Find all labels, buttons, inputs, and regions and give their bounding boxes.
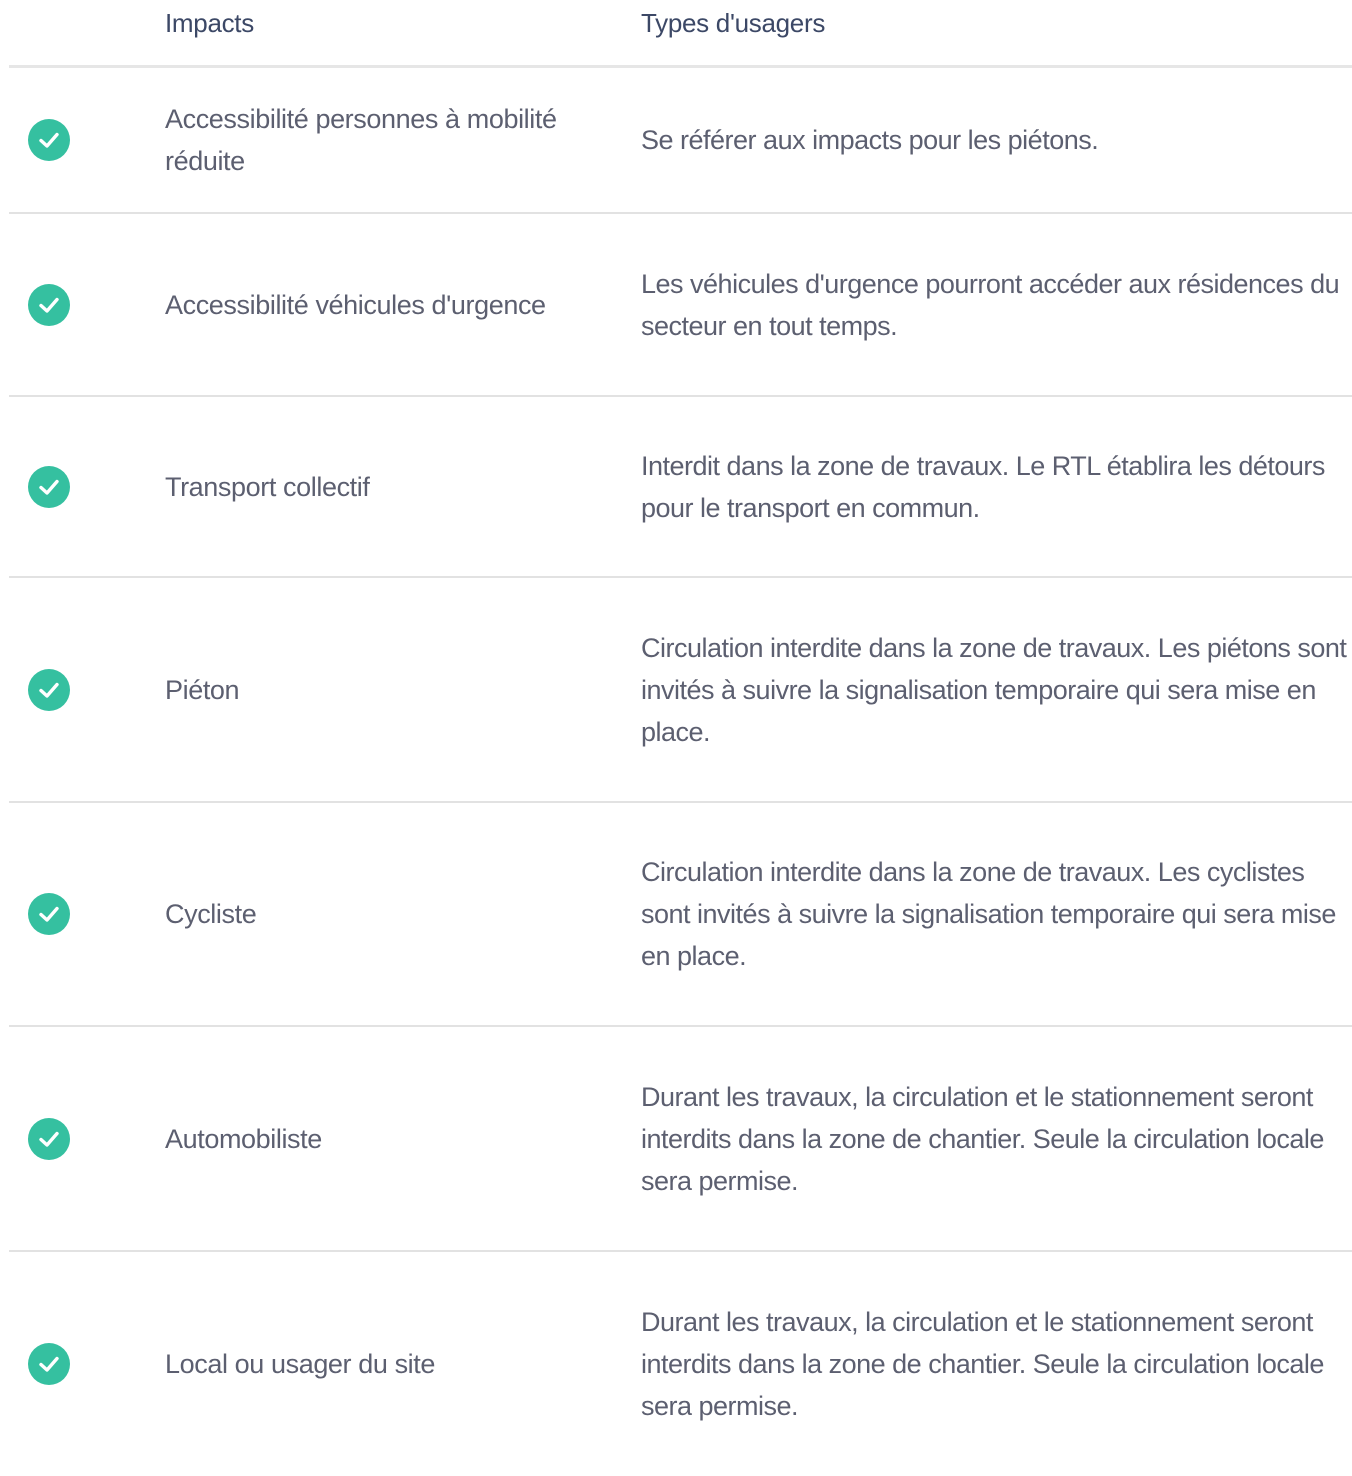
check-circle-icon	[28, 668, 70, 711]
impact-description: Interdit dans la zone de travaux. Le RTL…	[641, 450, 1325, 523]
table-row: Accessibilité personnes à mobilité rédui…	[9, 68, 1352, 214]
impact-label: Accessibilité personnes à mobilité rédui…	[165, 104, 557, 176]
table-row: Cycliste Circulation interdite dans la z…	[9, 803, 1352, 1027]
impact-label: Automobiliste	[165, 1123, 322, 1154]
check-circle-icon	[28, 465, 70, 508]
impact-label: Local ou usager du site	[165, 1349, 435, 1379]
impact-label: Cycliste	[165, 899, 257, 929]
impact-label: Accessibilité véhicules d'urgence	[165, 289, 546, 320]
types-usagers-column-header: Types d'usagers	[641, 8, 826, 38]
impact-description: Circulation interdite dans la zone de tr…	[641, 857, 1336, 971]
impacts-column-header: Impacts	[165, 8, 254, 38]
check-circle-icon	[28, 893, 70, 935]
table-row: Automobiliste Durant les travaux, la cir…	[9, 1027, 1352, 1252]
impact-label: Piéton	[165, 674, 240, 705]
table-header: Impacts Types d'usagers	[9, 0, 1352, 68]
table-row: Local ou usager du site Durant les trava…	[9, 1252, 1352, 1476]
impact-label: Transport collectif	[165, 471, 370, 502]
impact-description: Les véhicules d'urgence pourront accéder…	[641, 268, 1340, 341]
impacts-table: Impacts Types d'usagers Accessibilité pe…	[9, 0, 1352, 1476]
impact-description: Durant les travaux, la circulation et le…	[641, 1081, 1324, 1196]
impact-description: Durant les travaux, la circulation et le…	[641, 1307, 1324, 1421]
table-row: Transport collectif Interdit dans la zon…	[9, 397, 1352, 578]
table-row: Piéton Circulation interdite dans la zon…	[9, 578, 1352, 803]
table-row: Accessibilité véhicules d'urgence Les vé…	[9, 214, 1352, 397]
impact-description: Circulation interdite dans la zone de tr…	[641, 632, 1347, 747]
check-circle-icon	[28, 1117, 70, 1160]
check-circle-icon	[28, 283, 70, 326]
impact-description: Se référer aux impacts pour les piétons.	[641, 125, 1099, 155]
check-circle-icon	[28, 119, 70, 161]
check-circle-icon	[28, 1343, 70, 1385]
